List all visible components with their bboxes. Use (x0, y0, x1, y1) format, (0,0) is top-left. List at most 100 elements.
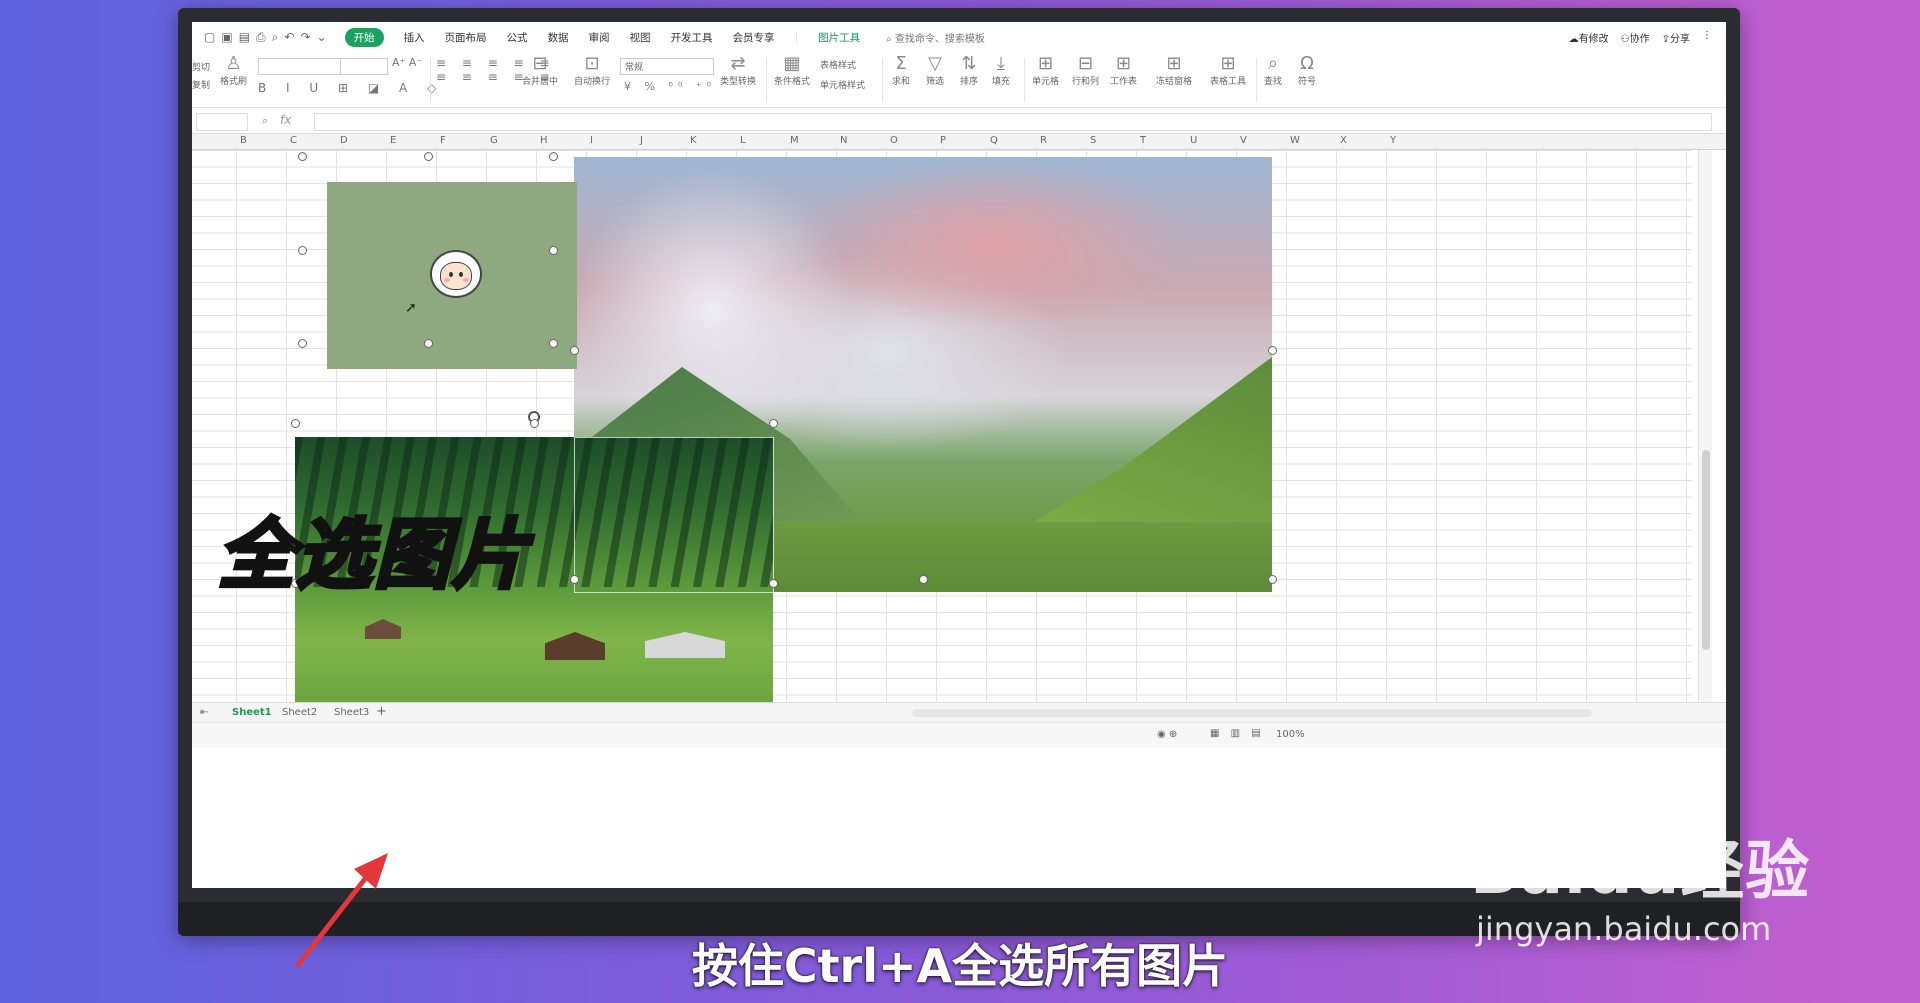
resize-handle[interactable] (548, 338, 558, 348)
resize-handle[interactable] (1267, 574, 1277, 584)
print-preview-icon[interactable]: ⌕ (272, 30, 279, 45)
cut-button[interactable]: 剪切 (192, 60, 210, 73)
zoom-formula-icon[interactable]: ⌕ (262, 114, 268, 128)
fill-button[interactable]: ⤓ 填充 (992, 54, 1010, 88)
command-search[interactable]: ⌕ 查找命令、搜索模板 (886, 30, 985, 45)
font-style-buttons[interactable]: B I U ⊞ ◪ A ◇ (258, 81, 444, 95)
column-header[interactable]: B (240, 135, 247, 146)
column-header[interactable]: G (490, 135, 498, 146)
filter-button[interactable]: ▽ 筛选 (926, 54, 944, 88)
resize-handle[interactable] (918, 574, 928, 584)
column-header[interactable]: Q (990, 135, 998, 146)
table-tools-button[interactable]: ⊞ 表格工具 (1210, 54, 1246, 88)
resize-handle[interactable] (423, 338, 433, 348)
resize-handle[interactable] (297, 245, 307, 255)
resize-handle[interactable] (290, 418, 300, 428)
sheet-tab-3[interactable]: Sheet3 (334, 707, 369, 718)
column-header[interactable]: P (940, 135, 946, 146)
vertical-scrollbar[interactable] (1698, 150, 1712, 702)
worksheet-button[interactable]: ⊞ 工作表 (1110, 54, 1137, 88)
resize-handle[interactable] (768, 578, 778, 588)
column-header[interactable]: H (540, 135, 548, 146)
print-icon[interactable]: ⎙ (256, 30, 266, 45)
open-icon[interactable]: ▣ (221, 30, 232, 45)
save-icon[interactable]: ▤ (239, 30, 250, 45)
resize-handle[interactable] (297, 151, 307, 161)
symbol-button[interactable]: Ω 符号 (1298, 54, 1316, 88)
column-header[interactable]: M (790, 135, 799, 146)
modified-button[interactable]: ☁有修改 (1569, 30, 1609, 45)
sheet-tab-2[interactable]: Sheet2 (282, 707, 317, 718)
column-header[interactable]: L (740, 135, 746, 146)
resize-handle[interactable] (548, 151, 558, 161)
formula-input[interactable] (314, 113, 1712, 131)
column-header[interactable]: F (440, 135, 446, 146)
column-header[interactable]: X (1340, 135, 1347, 146)
merge-center-button[interactable]: ⊟ 合并居中 (522, 54, 558, 88)
table-style-button[interactable]: 表格样式 (820, 58, 856, 71)
redo-icon[interactable]: ↷ (300, 30, 310, 45)
resize-handle[interactable] (423, 151, 433, 161)
resize-handle[interactable] (529, 418, 539, 428)
more-vertical-icon[interactable]: ⋮ (1702, 30, 1712, 45)
add-sheet-icon[interactable]: + (376, 704, 387, 719)
column-header[interactable]: C (290, 135, 297, 146)
column-header[interactable]: D (340, 135, 348, 146)
resize-handle[interactable] (548, 245, 558, 255)
view-mode-icons[interactable]: ▦ ▥ ▤ (1210, 728, 1265, 739)
column-header[interactable]: Y (1390, 135, 1396, 146)
name-box[interactable] (196, 113, 248, 131)
column-header[interactable]: W (1290, 135, 1300, 146)
type-convert-button[interactable]: ⇄ 类型转换 (720, 54, 756, 88)
font-grow-icon[interactable]: A⁺ A⁻ (392, 56, 422, 69)
column-header[interactable]: V (1240, 135, 1247, 146)
tab-picture-tools[interactable]: 图片工具 (818, 30, 860, 45)
tab-home[interactable]: 开始 (344, 27, 384, 47)
column-header[interactable]: I (590, 135, 593, 146)
share-button[interactable]: ⇪分享 (1662, 30, 1690, 45)
find-button[interactable]: ⌕ 查找 (1264, 54, 1282, 88)
collaborate-button[interactable]: ⚇协作 (1621, 30, 1650, 45)
resize-handle[interactable] (297, 338, 307, 348)
tab-insert[interactable]: 插入 (404, 30, 425, 45)
wrap-text-button[interactable]: ⊡ 自动换行 (574, 54, 610, 88)
vertical-scroll-thumb[interactable] (1702, 450, 1710, 650)
resize-handle[interactable] (768, 418, 778, 428)
column-header[interactable]: U (1190, 135, 1197, 146)
sheet-tab-1[interactable]: Sheet1 (232, 707, 272, 718)
resize-handle[interactable] (1267, 345, 1277, 355)
column-header[interactable]: J (640, 135, 643, 146)
column-header[interactable]: S (1090, 135, 1096, 146)
sort-button[interactable]: ⇅ 排序 (960, 54, 978, 88)
eye-protection-icon[interactable]: ◉ ⊕ (1157, 729, 1177, 740)
more-chevron-icon[interactable]: ⌄ (317, 30, 327, 45)
tab-review[interactable]: 审阅 (589, 30, 610, 45)
column-header[interactable]: O (890, 135, 898, 146)
copy-button[interactable]: 复制 (192, 78, 210, 91)
tab-data[interactable]: 数据 (548, 30, 569, 45)
tab-member[interactable]: 会员专享 (733, 30, 775, 45)
tab-view[interactable]: 视图 (630, 30, 651, 45)
column-header[interactable]: E (390, 135, 396, 146)
format-painter-button[interactable]: ♙ 格式刷 (220, 54, 247, 88)
tab-developer[interactable]: 开发工具 (671, 30, 713, 45)
tab-formulas[interactable]: 公式 (507, 30, 528, 45)
sum-button[interactable]: Σ 求和 (892, 54, 910, 88)
cell-style-button[interactable]: 单元格样式 (820, 78, 865, 91)
resize-handle[interactable] (569, 345, 579, 355)
freeze-panes-button[interactable]: ⊞ 冻结窗格 (1156, 54, 1192, 88)
number-format-select[interactable]: 常规 (620, 58, 714, 75)
conditional-format-button[interactable]: ▦ 条件格式 (774, 54, 810, 88)
column-header[interactable]: R (1040, 135, 1047, 146)
column-header[interactable]: N (840, 135, 847, 146)
zoom-level[interactable]: 100% (1276, 729, 1305, 740)
column-header[interactable]: K (690, 135, 697, 146)
row-col-button[interactable]: ⊟ 行和列 (1072, 54, 1099, 88)
first-sheet-arrow-icon[interactable]: ⇤ (200, 707, 208, 718)
column-header[interactable]: T (1140, 135, 1146, 146)
sheep-picture[interactable]: ➚ (327, 182, 577, 369)
horizontal-scrollbar[interactable] (912, 709, 1592, 717)
tab-page-layout[interactable]: 页面布局 (445, 30, 487, 45)
number-buttons[interactable]: ¥ % ⁰⁰ ⁺⁰ (624, 80, 716, 93)
new-file-icon[interactable]: ▢ (204, 30, 215, 45)
